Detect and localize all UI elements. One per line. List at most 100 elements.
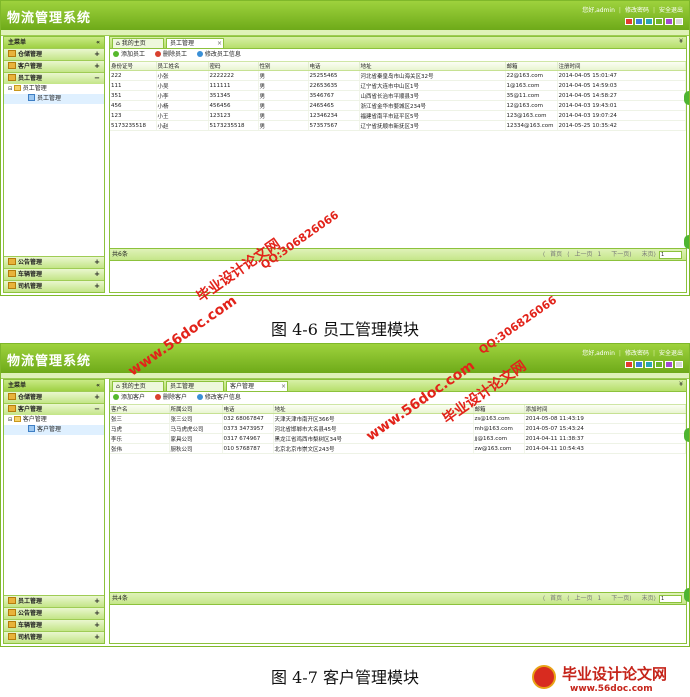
column-header[interactable]: 电话 <box>222 405 274 414</box>
column-header[interactable]: 所属公司 <box>169 405 223 414</box>
menu-employee[interactable]: 员工管理 + <box>4 595 104 607</box>
side-handle-icon[interactable] <box>684 428 689 442</box>
skin-swatch[interactable] <box>645 361 653 368</box>
skin-swatch[interactable] <box>635 18 643 25</box>
skin-swatch[interactable] <box>655 18 663 25</box>
first-page-button[interactable]: ⟨ 首页 <box>543 595 562 602</box>
column-header[interactable]: 身份证号 <box>110 62 157 71</box>
collapse-icon[interactable]: − <box>94 404 100 415</box>
prev-page-button[interactable]: ⟨ 上一页 <box>567 595 592 602</box>
skin-swatch[interactable] <box>665 361 673 368</box>
skin-swatch[interactable] <box>655 361 663 368</box>
column-header[interactable]: 电话 <box>308 62 360 71</box>
column-header[interactable]: 员工姓名 <box>156 62 209 71</box>
collapse-icon[interactable]: − <box>94 73 100 84</box>
tree-folder[interactable]: ⊟ 员工管理 <box>4 84 104 94</box>
collapse-menu-icon[interactable]: « <box>96 37 100 48</box>
last-page-button[interactable]: 末页⟩ <box>637 251 656 258</box>
tab-customer[interactable]: 客户管理 × <box>226 381 288 391</box>
add-employee-button[interactable]: 添加员工 <box>113 49 145 61</box>
column-header[interactable]: 性别 <box>258 62 309 71</box>
skin-swatch[interactable] <box>675 18 683 25</box>
skin-swatch[interactable] <box>625 18 633 25</box>
column-header[interactable]: 地址 <box>359 62 506 71</box>
menu-customer[interactable]: 客户管理 + <box>4 60 104 72</box>
cell: 123123 <box>208 110 259 121</box>
delete-employee-button[interactable]: 删除员工 <box>154 49 187 61</box>
tab-employee[interactable]: 员工管理 <box>166 381 224 391</box>
page-select[interactable]: 1 <box>659 251 682 259</box>
table-row[interactable]: 111 小吴 111111 男 22653635 辽宁省大连市中山区1号 1@163.com… <box>110 80 686 91</box>
column-header[interactable]: 邮箱 <box>505 62 558 71</box>
table-row[interactable]: 张伟 厨秋公司 010 5768787 北京北京市崇文区243号 zw@163.com 2… <box>110 443 686 454</box>
page-select[interactable]: 1 <box>659 595 682 603</box>
collapse-icon[interactable]: ¥ <box>679 381 683 388</box>
expand-icon[interactable]: + <box>94 281 100 292</box>
last-page-button[interactable]: 末页⟩ <box>637 595 656 602</box>
menu-warehouse[interactable]: 仓储管理 + <box>4 391 104 403</box>
skin-swatch[interactable] <box>625 361 633 368</box>
table-row[interactable]: 222 小张 2222222 男 25255465 河北省秦皇岛市山海关区32号 22@16… <box>110 70 686 81</box>
change-password-link[interactable]: 修改密码 <box>625 7 649 14</box>
first-page-button[interactable]: ⟨ 首页 <box>543 251 562 258</box>
collapse-icon[interactable]: ¥ <box>679 38 683 45</box>
main-menu: 主菜单 « 仓储管理 + 客户管理 + 员工管理 − ⊟ 员工管理 员工管理 公告管理… <box>3 36 105 293</box>
menu-warehouse[interactable]: 仓储管理 + <box>4 48 104 60</box>
edit-customer-button[interactable]: 修改客户信息 <box>196 392 241 404</box>
expand-icon[interactable]: + <box>94 632 100 643</box>
tab-home[interactable]: ⌂ 我的主页 <box>112 38 164 48</box>
close-icon[interactable]: × <box>217 39 222 49</box>
skin-swatch[interactable] <box>665 18 673 25</box>
next-page-button[interactable]: 下一页⟩ <box>606 251 631 258</box>
table-row[interactable]: 123 小王 123123 男 12346234 福建省南平市延平区5号 123@163.c… <box>110 110 686 121</box>
logout-link[interactable]: 安全退出 <box>659 7 683 14</box>
side-handle-icon[interactable] <box>684 235 689 249</box>
menu-announcement[interactable]: 公告管理 + <box>4 607 104 619</box>
skin-switcher <box>623 361 683 370</box>
expand-icon[interactable]: + <box>94 620 100 631</box>
table-row[interactable]: 5173235518 小赵 5173235518 男 57357567 辽宁省抚顺市新抚区… <box>110 120 686 131</box>
logout-link[interactable]: 安全退出 <box>659 350 683 357</box>
menu-vehicle[interactable]: 车辆管理 + <box>4 619 104 631</box>
close-icon[interactable]: × <box>281 382 286 392</box>
expand-icon[interactable]: + <box>94 608 100 619</box>
table-row[interactable]: 456 小杨 456456 男 2465465 浙江省金华市婺城区234号 12@163.c… <box>110 100 686 111</box>
expand-icon[interactable]: + <box>94 257 100 268</box>
edit-employee-button[interactable]: 修改员工信息 <box>196 49 241 61</box>
menu-vehicle[interactable]: 车辆管理 + <box>4 268 104 280</box>
expand-icon[interactable]: + <box>94 61 100 72</box>
tree-folder[interactable]: ⊟ 客户管理 <box>4 415 104 425</box>
cell: 北京北京市崇文区243号 <box>273 443 474 454</box>
table-row[interactable]: 351 小李 351345 男 3546767 山西省长治市平顺县3号 35@11.com 2… <box>110 90 686 101</box>
collapse-menu-icon[interactable]: « <box>96 380 100 391</box>
next-page-button[interactable]: 下一页⟩ <box>606 595 631 602</box>
column-header[interactable]: 客户名 <box>110 405 170 414</box>
skin-swatch[interactable] <box>635 361 643 368</box>
tree-item-employee[interactable]: 员工管理 <box>4 94 104 104</box>
skin-swatch[interactable] <box>645 18 653 25</box>
expand-icon[interactable]: + <box>94 49 100 60</box>
menu-customer[interactable]: 客户管理 − <box>4 403 104 415</box>
menu-announcement[interactable]: 公告管理 + <box>4 256 104 268</box>
expand-icon[interactable]: + <box>94 392 100 403</box>
menu-employee[interactable]: 员工管理 − <box>4 72 104 84</box>
skin-swatch[interactable] <box>675 361 683 368</box>
delete-customer-button[interactable]: 删除客户 <box>154 392 187 404</box>
table-row[interactable]: 李乐 家具公司 0317 674967 黑龙江省鸡西市梨树区34号 jj@163.com… <box>110 433 686 444</box>
change-password-link[interactable]: 修改密码 <box>625 350 649 357</box>
menu-driver[interactable]: 司机管理 + <box>4 280 104 292</box>
column-header[interactable]: 密码 <box>208 62 259 71</box>
tab-home[interactable]: ⌂ 我的主页 <box>112 381 164 391</box>
prev-page-button[interactable]: ⟨ 上一页 <box>567 251 592 258</box>
tab-employee[interactable]: 员工管理 × <box>166 38 224 48</box>
expand-icon[interactable]: + <box>94 596 100 607</box>
column-header[interactable]: 注册时间 <box>557 62 686 71</box>
menu-driver[interactable]: 司机管理 + <box>4 631 104 643</box>
add-customer-button[interactable]: 添加客户 <box>113 392 145 404</box>
tree-item-customer[interactable]: 客户管理 <box>4 425 104 435</box>
column-header[interactable]: 添加时间 <box>524 405 686 414</box>
cell: 111111 <box>208 80 259 91</box>
side-handle-icon[interactable] <box>684 588 689 602</box>
side-handle-icon[interactable] <box>684 91 689 105</box>
expand-icon[interactable]: + <box>94 269 100 280</box>
